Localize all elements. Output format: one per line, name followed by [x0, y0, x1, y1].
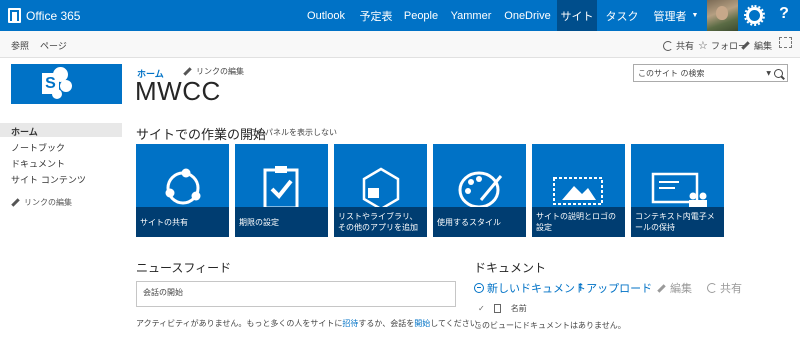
office365-brand[interactable]: Office 365 — [8, 6, 80, 25]
upload-label: アップロード — [586, 282, 653, 295]
tile-label: サイトの説明とロゴの設定 — [532, 207, 625, 237]
doc-edit-label: 編集 — [670, 282, 692, 295]
tab-page[interactable]: ページ — [40, 39, 67, 52]
edit-label: 編集 — [754, 42, 773, 52]
tile-label: 使用するスタイル — [433, 207, 526, 237]
avatar[interactable] — [707, 0, 738, 31]
nav-people[interactable]: People — [400, 0, 442, 31]
newsfeed-title: ニュースフィード — [136, 261, 232, 275]
tab-browse[interactable]: 参照 — [11, 39, 29, 52]
upload-button[interactable]: ⭡ アップロード — [578, 280, 652, 296]
doc-share-label: 共有 — [720, 282, 742, 295]
upload-icon: ⭡ — [578, 281, 584, 294]
help-icon[interactable]: ? — [776, 5, 792, 25]
focus-on-content-icon[interactable] — [779, 37, 792, 48]
tile-site-mailbox[interactable]: コンテキスト内電子メールの保持 — [631, 144, 724, 237]
nav-admin[interactable]: 管理者 ▼ — [648, 0, 704, 31]
doc-edit-button[interactable]: 編集 — [657, 280, 692, 296]
new-document-label: 新しいドキュメント — [487, 282, 586, 295]
conversation-input[interactable]: 会話の開始 — [136, 281, 456, 307]
check-icon[interactable]: ✓ — [478, 304, 485, 313]
tile-set-deadline[interactable]: 期限の設定 — [235, 144, 328, 237]
nav-sites[interactable]: サイト — [557, 0, 597, 31]
search-input[interactable]: このサイト の検索 ▼ — [633, 64, 788, 82]
column-name[interactable]: 名前 — [511, 303, 527, 314]
search-placeholder: このサイト の検索 — [638, 69, 705, 78]
start-conversation-link[interactable]: 開始 — [414, 319, 430, 328]
newsfeed-empty-message: アクティビティがありません。もっと多くの人をサイトに招待するか、会話を開始してく… — [136, 318, 486, 329]
plus-icon — [474, 283, 484, 293]
site-logo[interactable]: S — [11, 64, 122, 104]
nav-calendar[interactable]: 予定表 — [355, 0, 397, 31]
tile-choose-style[interactable]: 使用するスタイル — [433, 144, 526, 237]
getting-started-title: サイトでの作業の開始 — [136, 128, 267, 143]
suite-bar: Office 365 Outlook 予定表 People Yammer One… — [0, 0, 800, 31]
share-icon — [707, 283, 717, 293]
brand-label: Office 365 — [26, 8, 81, 23]
chevron-down-icon[interactable]: ▼ — [766, 70, 771, 77]
pencil-icon — [657, 283, 666, 293]
leftnav-item-documents[interactable]: ドキュメント — [11, 157, 65, 170]
nav-onedrive[interactable]: OneDrive — [500, 0, 555, 31]
doc-share-button[interactable]: 共有 — [707, 280, 742, 296]
hexagon-app-icon — [362, 167, 400, 207]
leftnav-item-site-contents[interactable]: サイト コンテンツ — [11, 173, 86, 186]
tile-label: リストやライブラリ、その他のアプリを追加 — [334, 207, 427, 237]
leftnav-item-home[interactable]: ホーム — [11, 125, 38, 138]
office-logo-icon — [8, 8, 21, 23]
picture-icon — [553, 177, 603, 205]
contact-card-icon — [651, 172, 707, 207]
leftnav-item-notebook[interactable]: ノートブック — [11, 141, 65, 154]
tile-set-logo[interactable]: サイトの説明とロゴの設定 — [532, 144, 625, 237]
page-title: MWCC — [135, 76, 221, 106]
new-document-button[interactable]: 新しいドキュメント — [474, 280, 586, 296]
tile-label: サイトの共有 — [136, 207, 229, 237]
leftnav-edit-label: リンクの編集 — [24, 198, 72, 207]
newsfeed-empty-text: アクティビティがありません。もっと多くの人をサイトに — [136, 319, 343, 328]
file-type-icon — [493, 304, 501, 313]
share-button[interactable]: 共有 — [663, 39, 694, 52]
share-label: 共有 — [676, 42, 695, 52]
conversation-placeholder: 会話の開始 — [143, 288, 183, 297]
invite-link[interactable]: 招待 — [342, 319, 358, 328]
palette-icon — [458, 171, 503, 207]
gear-icon[interactable] — [744, 5, 765, 26]
pencil-icon — [741, 41, 750, 50]
tile-add-app[interactable]: リストやライブラリ、その他のアプリを追加 — [334, 144, 427, 237]
nav-outlook[interactable]: Outlook — [300, 0, 352, 31]
documents-empty-message: このビューにドキュメントはありません。 — [474, 321, 626, 330]
follow-button[interactable]: ☆ フォロー — [698, 38, 747, 53]
leftnav-edit-links[interactable]: リンクの編集 — [11, 197, 72, 208]
newsfeed-empty-text: するか、会話を — [358, 319, 415, 328]
clipboard-check-icon — [263, 166, 299, 207]
share-icon — [165, 168, 201, 205]
tile-label: 期限の設定 — [235, 207, 328, 237]
share-icon — [663, 40, 673, 51]
edit-button[interactable]: 編集 — [741, 39, 772, 52]
tile-label: コンテキスト内電子メールの保持 — [631, 207, 724, 237]
hide-panel-link[interactable]: このパネルを表示しない — [249, 127, 337, 138]
star-icon: ☆ — [698, 38, 708, 52]
documents-title: ドキュメント — [474, 261, 547, 275]
sharepoint-logo-icon: S — [42, 67, 74, 100]
pencil-icon — [11, 198, 20, 207]
nav-tasks[interactable]: タスク — [600, 0, 644, 31]
ribbon-bar: 参照 ページ 共有 ☆ フォロー 編集 — [0, 31, 800, 58]
nav-yammer[interactable]: Yammer — [445, 0, 497, 31]
pencil-icon — [183, 67, 192, 76]
documents-column-header: ✓ 名前 — [478, 303, 527, 314]
nav-admin-label: 管理者 — [653, 10, 687, 23]
chevron-down-icon: ▼ — [691, 12, 699, 19]
tile-share-site[interactable]: サイトの共有 — [136, 144, 229, 237]
search-icon[interactable] — [774, 68, 783, 78]
